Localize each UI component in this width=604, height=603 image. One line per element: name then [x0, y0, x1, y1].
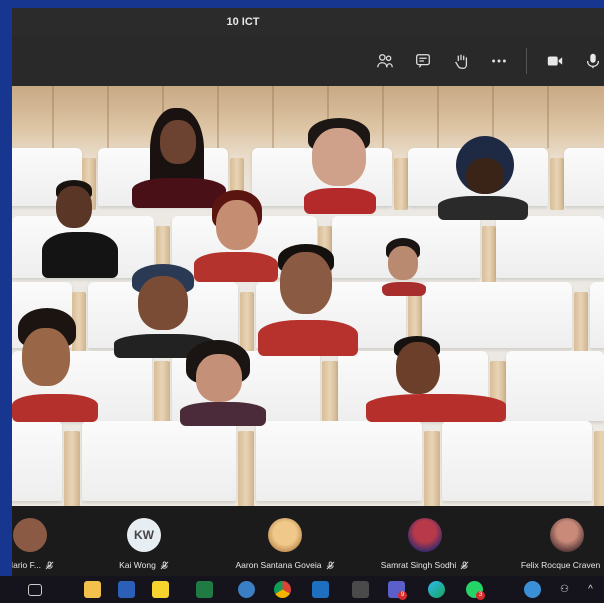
avatar: [550, 518, 584, 552]
file-explorer-icon[interactable]: [84, 581, 101, 598]
teams-meeting-window: 10 ICT ario F... KW Kai Wong Aaron Santa…: [12, 8, 604, 576]
mic-muted-icon: [326, 560, 334, 569]
participant-name: Kai Wong: [119, 560, 156, 570]
participant-name: Felix Rocque Craven: [520, 560, 601, 570]
participant-video: [434, 136, 534, 220]
microphone-icon[interactable]: [582, 50, 604, 72]
avatar: KW: [127, 518, 161, 552]
participant-tile[interactable]: Mario F...: [12, 506, 60, 576]
word-icon[interactable]: [118, 581, 135, 598]
mic-muted-icon: [160, 560, 169, 569]
chrome-icon[interactable]: [274, 581, 291, 598]
teams-badge: 9: [398, 591, 407, 600]
participant-strip: Mario F... KW Kai Wong Aaron Santana Gov…: [12, 506, 604, 576]
windows-taskbar: 9 3 ⚇ ^: [0, 576, 604, 603]
toolbar-divider: [526, 48, 527, 74]
chevron-up-icon[interactable]: ^: [582, 581, 599, 598]
together-mode-stage: [12, 86, 604, 506]
participant-video: [290, 118, 400, 214]
edge-icon[interactable]: [428, 581, 445, 598]
avatar: [13, 518, 47, 552]
meeting-toolbar: [12, 36, 604, 86]
chat-icon[interactable]: [412, 50, 434, 72]
participant-video: [176, 340, 272, 426]
participant-name: Mario F...: [12, 560, 41, 570]
mic-muted-icon: [45, 560, 54, 569]
avatar: [408, 518, 442, 552]
raise-hand-icon[interactable]: [450, 50, 472, 72]
participant-video: [12, 308, 102, 422]
sticky-notes-icon[interactable]: [152, 581, 169, 598]
people-icon[interactable]: ⚇: [556, 581, 573, 598]
window-title: 10 ICT: [226, 16, 260, 28]
participant-tile[interactable]: Samrat Singh Sodhi: [360, 506, 490, 576]
participant-name: Aaron Santana Goveia: [235, 560, 322, 570]
mic-muted-icon: [460, 560, 469, 569]
title-bar: 10 ICT: [12, 8, 604, 36]
whatsapp-badge: 3: [476, 591, 485, 600]
participant-name: Samrat Singh Sodhi: [380, 560, 457, 570]
more-icon[interactable]: [488, 50, 510, 72]
help-icon[interactable]: [524, 581, 541, 598]
participant-video: [366, 336, 514, 422]
participant-tile[interactable]: KW Kai Wong: [84, 506, 204, 576]
participant-tile[interactable]: Aaron Santana Goveia: [220, 506, 350, 576]
app-icon[interactable]: [238, 581, 255, 598]
participant-tile[interactable]: Felix Rocque Craven: [502, 506, 604, 576]
excel-icon[interactable]: [196, 581, 213, 598]
camera-icon[interactable]: [544, 50, 566, 72]
avatar-initials: KW: [134, 528, 154, 542]
task-view-icon[interactable]: [28, 584, 42, 596]
calculator-icon[interactable]: [352, 581, 369, 598]
outlook-icon[interactable]: [312, 581, 329, 598]
avatar: [268, 518, 302, 552]
people-icon[interactable]: [374, 50, 396, 72]
participant-video: [380, 238, 428, 296]
